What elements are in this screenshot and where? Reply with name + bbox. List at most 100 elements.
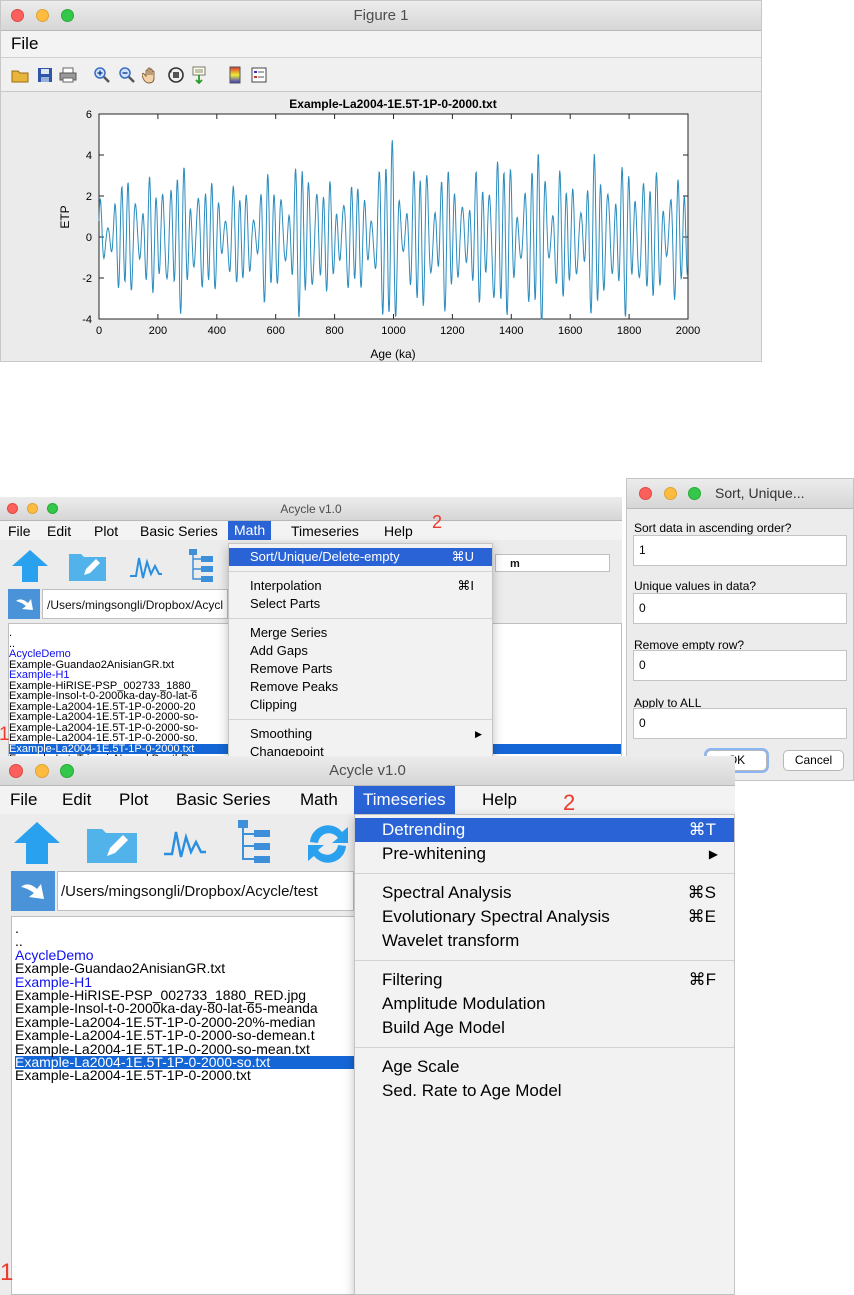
menu-item-select-parts[interactable]: Select Parts [229,595,492,613]
menu-item-label: Wavelet transform [382,931,520,950]
colorbar-icon[interactable] [226,66,244,84]
figure-titlebar: Figure 1 [1,1,761,31]
menu-help[interactable]: Help [384,523,413,539]
plot-wave-icon[interactable] [128,552,164,582]
menu-plot[interactable]: Plot [119,790,148,810]
step-marker-1: 1 [0,1259,14,1286]
timeseries-dropdown-menu: Detrending ⌘T Pre-whitening ▶ Spectral Analy… [354,814,735,1295]
sort-unique-dialog: Sort, Unique... Sort data in ascending o… [626,478,854,781]
menu-item-remove-parts[interactable]: Remove Parts [229,660,492,678]
math-dropdown-menu: Sort/Unique/Delete-empty ⌘U Interpolation ⌘… [228,543,493,783]
path-field[interactable]: /Users/mingsongli/Dropbox/Acycl [42,589,228,619]
window-title: Acycle v1.0 [329,762,406,779]
save-icon[interactable] [36,66,54,84]
menu-plot[interactable]: Plot [94,523,118,539]
zoom-in-icon[interactable] [93,66,111,84]
edit-folder-icon[interactable] [68,550,108,582]
menu-separator [355,960,734,961]
path-field[interactable]: /Users/mingsongli/Dropbox/Acycle/test [57,871,354,911]
sort-ascending-input[interactable]: 1 [633,535,847,566]
menu-item-age-scale[interactable]: Age Scale [355,1055,734,1079]
cancel-button[interactable]: Cancel [783,750,844,771]
close-window-icon[interactable] [639,487,652,500]
menu-item-evolutionary-spectral-analysis[interactable]: Evolutionary Spectral Analysis ⌘E [355,905,734,929]
data-cursor-icon[interactable] [191,66,209,84]
y-tick-label: 2 [86,191,92,203]
menu-item-pre-whitening[interactable]: Pre-whitening ▶ [355,842,734,866]
menu-item-label: Interpolation [250,578,322,593]
minimize-window-icon[interactable] [664,487,677,500]
tree-list-icon[interactable] [236,818,274,866]
x-tick-label: 600 [267,325,285,337]
menu-item-amplitude-modulation[interactable]: Amplitude Modulation [355,992,734,1016]
x-tick-label: 1000 [381,325,405,337]
menu-item-detrending[interactable]: Detrending ⌘T [355,818,734,842]
menu-edit[interactable]: Edit [62,790,91,810]
menu-item-interpolation[interactable]: Interpolation ⌘I [229,577,492,595]
menu-item-sort-unique-delete-empty[interactable]: Sort/Unique/Delete-empty ⌘U [229,548,492,566]
menu-item-add-gaps[interactable]: Add Gaps [229,642,492,660]
menu-item-build-age-model[interactable]: Build Age Model [355,1016,734,1040]
menu-item-label: Sort/Unique/Delete-empty [250,549,400,564]
menu-file[interactable]: File [10,790,37,810]
menu-basic-series[interactable]: Basic Series [176,790,270,810]
acycle-window-timeseries: Acycle v1.0 File Edit Plot Basic Series … [0,756,735,1295]
menu-item-label: Filtering [382,970,443,989]
y-tick-label: -4 [82,314,92,326]
acycle1-titlebar: Acycle v1.0 [0,497,622,521]
menu-timeseries[interactable]: Timeseries [354,786,455,814]
edit-folder-icon[interactable] [86,824,138,864]
rotate-3d-icon[interactable] [167,66,185,84]
menu-item-merge-series[interactable]: Merge Series [229,624,492,642]
up-arrow-icon[interactable] [12,820,62,866]
menu-item-label: Add Gaps [250,643,308,658]
zoom-window-icon[interactable] [688,487,701,500]
menu-item-smoothing[interactable]: Smoothing ▶ [229,725,492,743]
menu-math[interactable]: Math [300,790,338,810]
up-arrow-icon[interactable] [10,548,50,584]
plot-wave-icon[interactable] [162,824,208,862]
menu-item-label: Sed. Rate to Age Model [382,1081,562,1100]
y-tick-label: 6 [86,109,92,121]
print-icon[interactable] [59,66,77,84]
y-tick-label: 0 [86,232,92,244]
menu-help[interactable]: Help [482,790,517,810]
tree-list-icon[interactable] [187,547,217,585]
legend-icon[interactable] [250,66,268,84]
menu-item-label: Amplitude Modulation [382,994,546,1013]
menu-item-label: Build Age Model [382,1018,505,1037]
unique-values-input[interactable]: 0 [633,593,847,624]
go-path-icon[interactable] [11,871,55,911]
x-axis-label: Age (ka) [370,347,415,361]
menu-shortcut: ⌘F [688,970,716,989]
menu-item-wavelet-transform[interactable]: Wavelet transform [355,929,734,953]
menu-item-clipping[interactable]: Clipping [229,696,492,714]
menu-item-remove-peaks[interactable]: Remove Peaks [229,678,492,696]
zoom-out-icon[interactable] [118,66,136,84]
figure-menubar: File [1,31,761,58]
apply-all-input[interactable]: 0 [633,708,847,739]
menu-item-sed-rate-to-age-model[interactable]: Sed. Rate to Age Model [355,1079,734,1103]
menu-item-label: Detrending [382,820,466,839]
window-title: Acycle v1.0 [280,502,342,516]
menu-math[interactable]: Math [228,521,272,540]
figure-toolbar [1,58,761,92]
menu-basic-series[interactable]: Basic Series [140,523,218,539]
menu-item-filtering[interactable]: Filtering ⌘F [355,968,734,992]
menu-edit[interactable]: Edit [47,523,71,539]
go-path-icon[interactable] [8,589,40,619]
y-tick-label: 4 [86,150,92,162]
open-folder-icon[interactable] [11,66,29,84]
x-tick-label: 1600 [558,325,582,337]
etp-line-chart: Example-La2004-1E.5T-1P-0-2000.txt 0 200 4… [58,97,700,361]
refresh-icon[interactable] [300,820,354,866]
unit-field[interactable]: m [495,554,610,572]
menu-timeseries[interactable]: Timeseries [291,523,359,539]
remove-empty-input[interactable]: 0 [633,650,847,681]
pan-hand-icon[interactable] [142,66,160,84]
menu-item-label: Spectral Analysis [382,883,512,902]
acycle2-titlebar: Acycle v1.0 [0,756,735,786]
menu-file[interactable]: File [8,523,31,539]
menu-file[interactable]: File [11,34,38,54]
menu-item-spectral-analysis[interactable]: Spectral Analysis ⌘S [355,881,734,905]
